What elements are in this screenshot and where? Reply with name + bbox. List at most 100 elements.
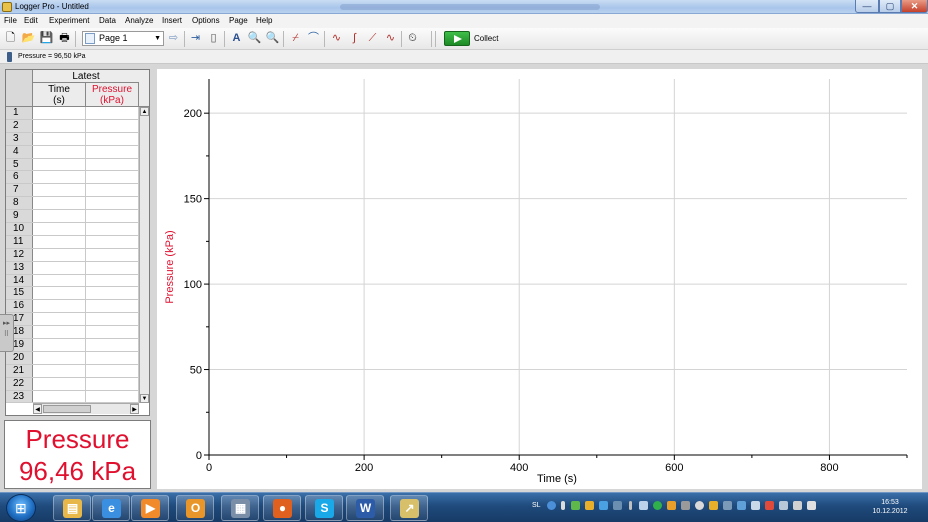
scroll-up-icon[interactable]: ▲ xyxy=(140,107,149,116)
time-cell[interactable] xyxy=(33,132,86,145)
time-cell[interactable] xyxy=(33,390,86,403)
time-cell[interactable] xyxy=(33,184,86,197)
table-icon[interactable]: ⇥ xyxy=(188,31,203,46)
table-row[interactable]: 9 xyxy=(6,210,139,224)
time-cell[interactable] xyxy=(33,300,86,313)
flag-alert-icon[interactable] xyxy=(765,501,774,510)
column-header-pressure[interactable]: Pressure (kPa) xyxy=(86,83,139,107)
update-icon[interactable] xyxy=(653,501,662,510)
notes-icon[interactable] xyxy=(585,501,594,510)
statistics-icon[interactable]: ∿ xyxy=(329,31,344,46)
pressure-cell[interactable] xyxy=(86,287,139,300)
time-cell[interactable] xyxy=(33,351,86,364)
pressure-cell[interactable] xyxy=(86,107,139,119)
clock[interactable]: 16:53 10.12.2012 xyxy=(868,498,912,516)
table-row[interactable]: 11 xyxy=(6,235,139,249)
pressure-cell[interactable] xyxy=(86,184,139,197)
time-cell[interactable] xyxy=(33,119,86,132)
time-cell[interactable] xyxy=(33,274,86,287)
pressure-cell[interactable] xyxy=(86,377,139,390)
sensor-setup-icon[interactable]: ⏲ xyxy=(405,31,420,46)
time-cell[interactable] xyxy=(33,287,86,300)
column-header-time[interactable]: Time (s) xyxy=(33,83,86,107)
start-button[interactable] xyxy=(6,494,36,522)
gift-icon[interactable] xyxy=(779,501,788,510)
pressure-cell[interactable] xyxy=(86,274,139,287)
time-cell[interactable] xyxy=(33,171,86,184)
record-icon[interactable] xyxy=(695,501,704,510)
pressure-cell[interactable] xyxy=(86,210,139,223)
time-cell[interactable] xyxy=(33,107,86,119)
table-row[interactable]: 7 xyxy=(6,184,139,198)
time-cell[interactable] xyxy=(33,313,86,326)
display-icon[interactable] xyxy=(751,501,760,510)
table-row[interactable]: 23 xyxy=(6,390,139,404)
language-indicator[interactable]: SL xyxy=(532,502,541,509)
curve-fit-icon[interactable]: ∿ xyxy=(383,31,398,46)
collect-button[interactable] xyxy=(444,31,470,46)
integral-icon[interactable]: ∫ xyxy=(347,31,362,46)
pressure-cell[interactable] xyxy=(86,351,139,364)
taskbar-internet-explorer[interactable]: e xyxy=(92,495,130,521)
pressure-meter[interactable]: Pressure 96,46 kPa xyxy=(4,420,151,489)
pressure-cell[interactable] xyxy=(86,158,139,171)
device-icon[interactable] xyxy=(613,501,622,510)
time-cell[interactable] xyxy=(33,339,86,351)
menu-file[interactable]: File xyxy=(4,16,17,25)
linear-fit-icon[interactable]: ⟋ xyxy=(365,31,380,46)
pressure-cell[interactable] xyxy=(86,261,139,274)
open-folder-icon[interactable]: 📂 xyxy=(21,31,36,46)
data-table[interactable]: Latest Time (s) Pressure (kPa) 123456789… xyxy=(5,69,150,416)
settings-icon[interactable] xyxy=(681,501,690,510)
time-cell[interactable] xyxy=(33,377,86,390)
taskbar-outlook[interactable]: O xyxy=(176,495,214,521)
side-panel-handle[interactable]: ▸▸ ⠿ xyxy=(0,314,14,352)
autoscale-icon[interactable]: A xyxy=(229,31,244,46)
pressure-cell[interactable] xyxy=(86,326,139,339)
table-row[interactable]: 10 xyxy=(6,223,139,236)
pressure-cell[interactable] xyxy=(86,171,139,184)
time-cell[interactable] xyxy=(33,235,86,248)
table-row[interactable]: 19 xyxy=(6,339,139,352)
page-select[interactable]: Page 1 ▼ xyxy=(82,31,164,46)
next-page-icon[interactable]: ⇨ xyxy=(166,31,181,46)
pressure-cell[interactable] xyxy=(86,119,139,132)
pressure-cell[interactable] xyxy=(86,300,139,313)
taskbar-word[interactable]: W xyxy=(346,495,384,521)
scroll-down-icon[interactable]: ▼ xyxy=(140,394,149,403)
volume-icon[interactable] xyxy=(807,501,816,510)
usb-icon[interactable] xyxy=(737,501,746,510)
pressure-cell[interactable] xyxy=(86,390,139,403)
column-icon[interactable]: ▯ xyxy=(206,31,221,46)
table-row[interactable]: 18 xyxy=(6,326,139,340)
taskbar-windows-explorer[interactable]: ▤ xyxy=(53,495,91,521)
save-icon[interactable]: 💾 xyxy=(39,31,54,46)
menu-insert[interactable]: Insert xyxy=(162,16,182,25)
pressure-cell[interactable] xyxy=(86,197,139,210)
table-row[interactable]: 5 xyxy=(6,158,139,172)
chat-icon[interactable] xyxy=(599,501,608,510)
graph-panel[interactable]: 0 200 400 600 800 0 50 100 150 200 Time (s) Pressur… xyxy=(157,69,922,489)
time-cell[interactable] xyxy=(33,197,86,210)
menu-edit[interactable]: Edit xyxy=(24,16,38,25)
pressure-cell[interactable] xyxy=(86,364,139,377)
table-row[interactable]: 13 xyxy=(6,261,139,275)
pressure-cell[interactable] xyxy=(86,313,139,326)
time-cell[interactable] xyxy=(33,158,86,171)
pressure-cell[interactable] xyxy=(86,223,139,235)
pressure-cell[interactable] xyxy=(86,235,139,248)
scroll-thumb[interactable] xyxy=(43,405,91,413)
menu-help[interactable]: Help xyxy=(256,16,272,25)
table-row[interactable]: 8 xyxy=(6,197,139,211)
time-cell[interactable] xyxy=(33,364,86,377)
table-row[interactable]: 1 xyxy=(6,107,139,120)
scroll-left-icon[interactable]: ◀ xyxy=(33,404,42,414)
new-file-icon[interactable]: 🗋 xyxy=(3,31,18,46)
taskbar-media-player[interactable]: ▶ xyxy=(131,495,169,521)
vertical-scrollbar[interactable]: ▲ ▼ xyxy=(139,107,149,403)
screen-icon[interactable] xyxy=(793,501,802,510)
table-row[interactable]: 3 xyxy=(6,132,139,146)
table-row[interactable]: 16 xyxy=(6,300,139,314)
taskbar-firefox[interactable]: ● xyxy=(263,495,301,521)
antivirus-icon[interactable] xyxy=(667,501,676,510)
